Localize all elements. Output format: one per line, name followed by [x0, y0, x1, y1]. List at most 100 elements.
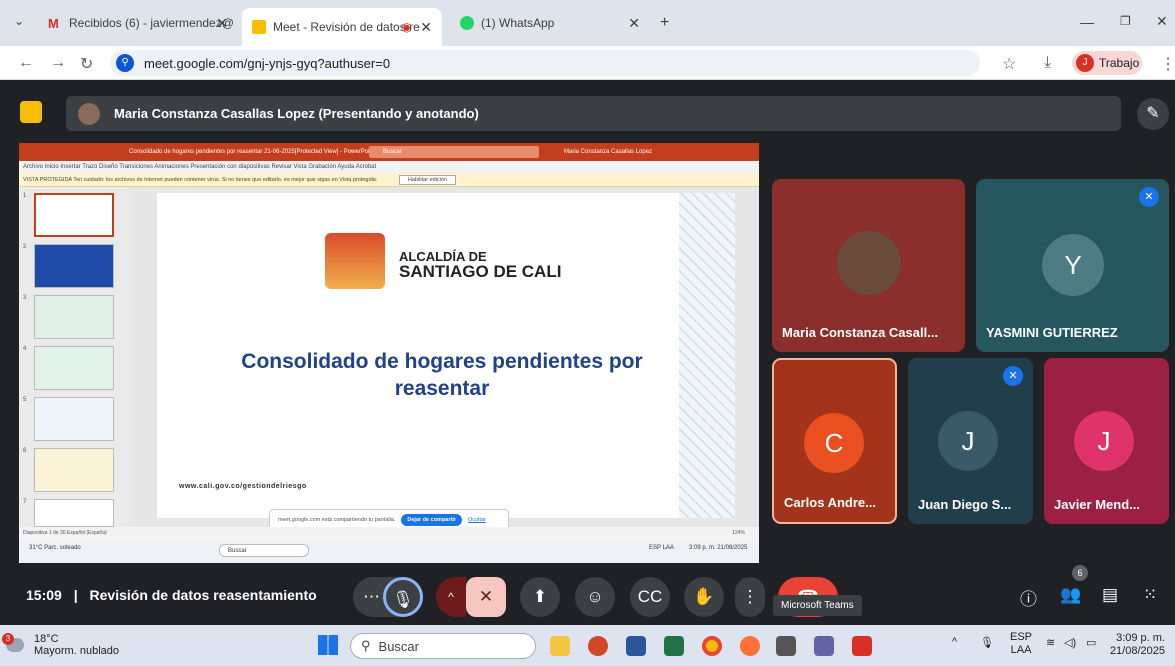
inner-taskbar: 31°C Parc. soleado Buscar ESP LAA 3:09 p… [19, 539, 759, 563]
video-options-button[interactable]: ^ [436, 577, 466, 617]
excel-icon[interactable] [664, 636, 684, 656]
search-icon: ⚲ [361, 638, 371, 653]
reload-icon[interactable]: ↻ [80, 54, 93, 74]
protected-view-bar: VISTA PROTEGIDA Ten cuidado: los archivo… [19, 173, 759, 187]
powerpoint-menu: Archivo Inicio Insertar Trazo Diseño Tra… [19, 161, 759, 173]
vpn-app-icon[interactable] [776, 636, 796, 656]
raise-hand-button[interactable]: ✋ [684, 577, 724, 617]
profile-button[interactable]: J Trabajo [1072, 51, 1142, 75]
people-icon[interactable]: 👥 [1060, 585, 1081, 605]
restore-button[interactable]: ❐ [1120, 14, 1131, 28]
cali-coat-of-arms-logo [325, 233, 385, 289]
avatar: C [804, 413, 864, 473]
inner-search: Buscar [219, 544, 309, 557]
present-button[interactable]: ⬆ [520, 577, 560, 617]
shared-screen: Consolidado de hogares pendientes por re… [19, 143, 759, 563]
close-icon[interactable]: ✕ [216, 15, 228, 32]
url-field[interactable]: ⚲ meet.google.com/gnj-ynjs-gyq?authuser=… [110, 50, 980, 76]
powerpoint-icon[interactable] [588, 636, 608, 656]
browser-tab-strip: ⌄ M Recibidos (6) - javiermendez@ ✕ Meet… [0, 0, 1175, 46]
firefox-icon[interactable] [740, 636, 760, 656]
reactions-button[interactable]: ☺ [575, 577, 615, 617]
powerpoint-statusbar: Diapositiva 1 de 30 Español (España) 124… [19, 527, 759, 539]
forward-icon[interactable]: → [50, 54, 66, 72]
slide-thumbnail [34, 244, 114, 288]
whatsapp-icon [460, 16, 474, 30]
show-hidden-icons-icon[interactable]: ^ [952, 636, 957, 648]
mic-muted-icon: ✕ [1139, 187, 1159, 207]
participant-tile[interactable]: ✕ Y YASMINI GUTIERREZ [976, 179, 1169, 352]
slide-thumbnail [34, 448, 114, 492]
battery-icon[interactable]: ▭ [1086, 636, 1096, 649]
weather-widget[interactable]: 18°C Mayorm. nublado [34, 633, 119, 657]
slide-thumbnail [34, 499, 114, 527]
slide-thumbnail [34, 295, 114, 339]
word-icon[interactable] [626, 636, 646, 656]
avatar: Y [1042, 234, 1104, 296]
acrobat-icon[interactable] [852, 636, 872, 656]
address-bar: ← → ↻ ⚲ meet.google.com/gnj-ynjs-gyq?aut… [0, 46, 1175, 80]
participant-tile[interactable]: Maria Constanza Casall... [772, 179, 965, 352]
mic-muted-icon: ✕ [1003, 366, 1023, 386]
slide-thumbnails: 1 2 3 4 5 6 7 [19, 187, 129, 527]
close-icon[interactable]: ✕ [420, 19, 432, 36]
input-language[interactable]: ESP LAA [1010, 631, 1032, 657]
meet-icon [252, 20, 266, 34]
tab-whatsapp[interactable]: (1) WhatsApp ✕ [450, 8, 650, 38]
tooltip: Microsoft Teams [773, 595, 862, 616]
meet-stage: Maria Constanza Casallas Lopez (Presenta… [0, 81, 1175, 624]
chat-icon[interactable]: ▤ [1102, 585, 1118, 605]
site-info-icon[interactable]: ⚲ [116, 54, 134, 72]
windows-start-icon[interactable] [318, 635, 338, 655]
avatar: J [1076, 54, 1094, 72]
wifi-icon[interactable]: ≋ [1046, 636, 1055, 649]
volume-icon[interactable]: ◁) [1064, 636, 1076, 649]
activities-icon[interactable]: ⁙ [1143, 585, 1157, 605]
camera-off-button[interactable]: ✕ [466, 577, 506, 617]
stop-sharing-button[interactable]: Dejar de compartir [401, 514, 463, 526]
back-icon[interactable]: ← [18, 54, 34, 72]
close-icon[interactable]: ✕ [628, 15, 640, 32]
recording-icon: ◉ [401, 20, 412, 34]
participant-tile[interactable]: J Javier Mend... [1044, 358, 1169, 524]
avatar: J [938, 411, 998, 471]
new-tab-button[interactable]: + [660, 14, 669, 32]
pp-search: Buscar [369, 146, 539, 158]
teams-icon[interactable] [814, 636, 834, 656]
meeting-info-icon[interactable]: ⓘ [1020, 585, 1037, 610]
captions-button[interactable]: CC [630, 577, 670, 617]
annotate-pen-icon[interactable]: ✎ [1137, 98, 1169, 130]
presenter-avatar [78, 102, 100, 125]
avatar: J [1074, 411, 1134, 471]
close-window-button[interactable]: ✕ [1156, 13, 1168, 30]
bookmark-star-icon[interactable]: ☆ [1002, 54, 1016, 74]
taskbar-search[interactable]: ⚲ Buscar [350, 633, 536, 659]
tab-search-icon[interactable]: ⌄ [14, 14, 24, 28]
participant-photo [837, 231, 901, 295]
minimize-button[interactable]: — [1080, 14, 1094, 30]
hide-link[interactable]: Ocultar [468, 517, 486, 523]
logo-text: ALCALDÍA DE SANTIAGO DE CALI [399, 249, 562, 281]
menu-kebab-icon[interactable]: ⋮ [1160, 54, 1175, 74]
slide-thumbnail [34, 346, 114, 390]
weather-badge: 3 [2, 633, 14, 645]
mic-tray-icon[interactable]: 🎙 [980, 636, 994, 649]
participant-tile[interactable]: C Carlos Andre... [772, 358, 897, 524]
more-options-button[interactable]: ⋮ [735, 577, 765, 617]
tab-meet[interactable]: Meet - Revisión de datos re ◉ ✕ [242, 8, 442, 46]
slide-url: www.cali.gov.co/gestiondelriesgo [179, 483, 307, 490]
taskbar-clock[interactable]: 3:09 p. m. 21/08/2025 [1110, 632, 1165, 658]
gmail-icon: M [48, 16, 59, 31]
chrome-icon[interactable] [702, 636, 722, 656]
decorative-pattern [679, 193, 735, 518]
slide-title: Consolidado de hogares pendientes por re… [241, 350, 643, 400]
meeting-details: 15:09 | Revisión de datos reasentamiento [26, 587, 317, 603]
slide-thumbnail [34, 193, 114, 237]
tab-gmail[interactable]: M Recibidos (6) - javiermendez@ ✕ [38, 8, 238, 38]
file-explorer-icon[interactable] [550, 636, 570, 656]
windows-taskbar: 3 18°C Mayorm. nublado ⚲ Buscar ^ 🎙 ESP … [0, 625, 1175, 666]
presentation-icon[interactable] [20, 101, 42, 123]
mic-button[interactable]: 🎙 [383, 577, 423, 617]
participant-tile[interactable]: ✕ J Juan Diego S... [908, 358, 1033, 524]
download-icon[interactable]: ⤓ [1044, 54, 1051, 72]
